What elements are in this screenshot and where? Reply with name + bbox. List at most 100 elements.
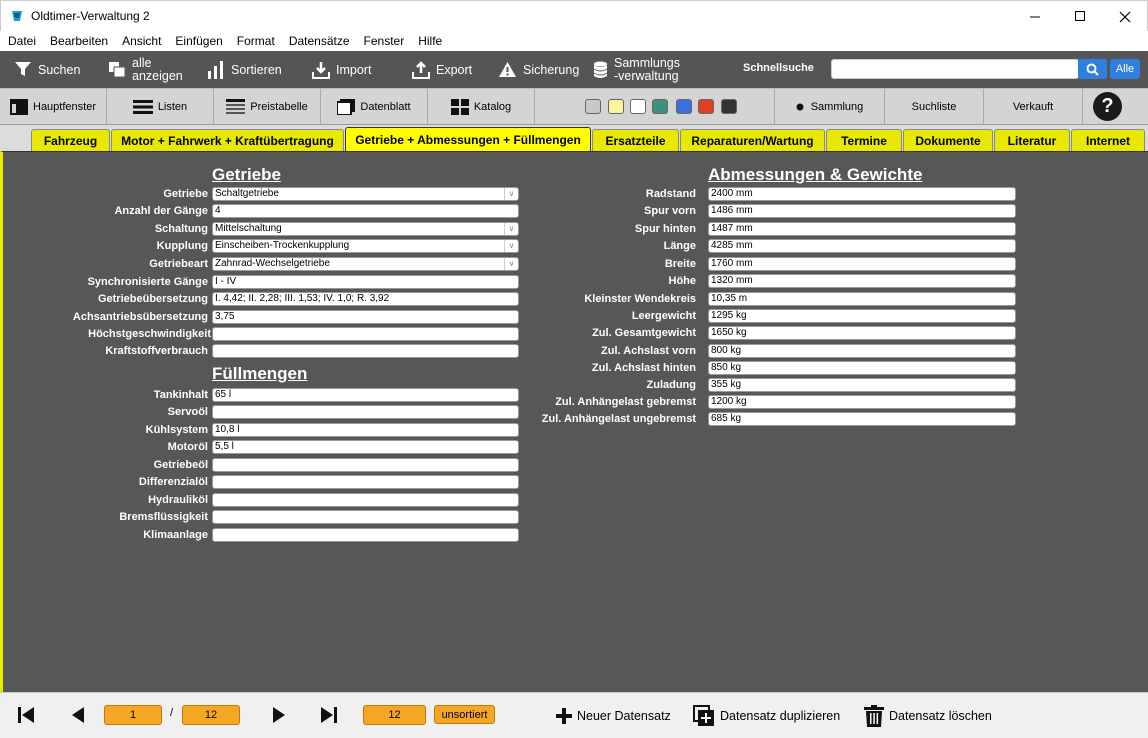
quicksearch-button[interactable]: [1078, 59, 1107, 79]
ratio-field[interactable]: I. 4,42; II. 2,28; III. 1,53; IV. 1,0; R…: [212, 292, 519, 306]
gears-count-field[interactable]: 4: [212, 204, 519, 218]
engine-oil-label: Motoröl: [167, 441, 208, 453]
length-field[interactable]: 4285 mm: [708, 239, 1016, 253]
data-sheet-button[interactable]: Datenblatt: [321, 89, 428, 124]
fuel-consumption-field[interactable]: [212, 344, 519, 358]
main-window-button[interactable]: Hauptfenster: [0, 89, 107, 124]
axle-load-rear-label: Zul. Achslast hinten: [591, 362, 696, 374]
chevron-down-icon[interactable]: ∨: [504, 240, 518, 252]
synchro-field[interactable]: I - IV: [212, 275, 519, 289]
tab-termine[interactable]: Termine: [826, 129, 902, 152]
search-button[interactable]: Suchen: [14, 51, 80, 88]
axle-load-front-field[interactable]: 800 kg: [708, 344, 1016, 358]
top-speed-field[interactable]: [212, 327, 519, 341]
quicksearch-input[interactable]: [831, 59, 1079, 79]
tab-fahrzeug[interactable]: Fahrzeug: [31, 129, 110, 152]
track-rear-field[interactable]: 1487 mm: [708, 222, 1016, 236]
minimize-button[interactable]: [1012, 1, 1058, 32]
axle-load-rear-field[interactable]: 850 kg: [708, 361, 1016, 375]
gearbox-type-value: Zahnrad-Wechselgetriebe: [215, 258, 330, 269]
collection-manager-button[interactable]: Sammlungs -verwaltung: [593, 51, 680, 88]
menu-datei[interactable]: Datei: [1, 31, 43, 51]
wheelbase-field[interactable]: 2400 mm: [708, 187, 1016, 201]
swatch-grey[interactable]: [585, 99, 601, 114]
height-field[interactable]: 1320 mm: [708, 274, 1016, 288]
first-record-icon[interactable]: [18, 707, 34, 723]
import-button[interactable]: Import: [312, 51, 371, 88]
search-all-button[interactable]: Alle: [1110, 59, 1140, 79]
tab-dokumente[interactable]: Dokumente: [903, 129, 993, 152]
menu-fenster[interactable]: Fenster: [357, 31, 412, 51]
gear-oil-field[interactable]: [212, 458, 519, 472]
hydraulic-oil-field[interactable]: [212, 493, 519, 507]
menu-hilfe[interactable]: Hilfe: [411, 31, 449, 51]
last-record-icon[interactable]: [321, 707, 337, 723]
trailer-unbraked-field[interactable]: 685 kg: [708, 412, 1016, 426]
swatch-white[interactable]: [630, 99, 646, 114]
show-all-button[interactable]: alle anzeigen: [108, 51, 183, 88]
help-button[interactable]: ?: [1093, 92, 1122, 121]
chevron-down-icon[interactable]: ∨: [504, 223, 518, 235]
menu-einfuegen[interactable]: Einfügen: [168, 31, 229, 51]
backup-button[interactable]: Sicherung: [498, 51, 579, 88]
new-record-button[interactable]: Neuer Datensatz: [556, 705, 671, 727]
payload-field[interactable]: 355 kg: [708, 378, 1016, 392]
cooling-field[interactable]: 10,8 l: [212, 423, 519, 437]
database-icon: [593, 61, 608, 79]
brake-fluid-field[interactable]: [212, 510, 519, 524]
collection-label: Sammlung: [810, 100, 864, 113]
tab-internet[interactable]: Internet: [1071, 129, 1145, 152]
chevron-down-icon[interactable]: ∨: [504, 258, 518, 270]
menu-datensaetze[interactable]: Datensätze: [282, 31, 357, 51]
gearbox-type-select[interactable]: Zahnrad-Wechselgetriebe ∨: [212, 257, 519, 271]
previous-record-icon[interactable]: [72, 707, 84, 723]
menu-format[interactable]: Format: [230, 31, 282, 51]
export-button[interactable]: Export: [412, 51, 472, 88]
swatch-blue[interactable]: [676, 99, 692, 114]
clutch-select[interactable]: Einscheiben-Trockenkupplung ∨: [212, 239, 519, 253]
track-front-field[interactable]: 1486 mm: [708, 204, 1016, 218]
diff-oil-field[interactable]: [212, 475, 519, 489]
delete-record-button[interactable]: Datensatz löschen: [864, 705, 992, 727]
tab-ersatzteile[interactable]: Ersatzteile: [592, 129, 679, 152]
show-all-label-1: alle: [132, 55, 152, 70]
swatch-red[interactable]: [698, 99, 714, 114]
swatch-black[interactable]: [721, 99, 737, 114]
search-list-button[interactable]: Suchliste: [885, 89, 984, 124]
empty-weight-field[interactable]: 1295 kg: [708, 309, 1016, 323]
next-record-icon[interactable]: [273, 707, 285, 723]
backup-label: Sicherung: [523, 62, 580, 77]
sort-state-badge[interactable]: unsortiert: [434, 705, 495, 724]
tank-field[interactable]: 65 l: [212, 388, 519, 402]
turning-circle-field[interactable]: 10,35 m: [708, 292, 1016, 306]
chevron-down-icon[interactable]: ∨: [504, 188, 518, 200]
current-record-field[interactable]: 1: [104, 705, 162, 725]
engine-oil-field[interactable]: 5,5 l: [212, 440, 519, 454]
maximize-button[interactable]: [1057, 1, 1103, 32]
close-button[interactable]: [1102, 1, 1148, 32]
collection-button[interactable]: Sammlung: [775, 89, 885, 124]
catalog-button[interactable]: Katalog: [428, 89, 535, 124]
menu-ansicht[interactable]: Ansicht: [115, 31, 168, 51]
lists-button[interactable]: Listen: [107, 89, 214, 124]
ac-field[interactable]: [212, 528, 519, 542]
sort-button[interactable]: Sortieren: [207, 51, 282, 88]
shift-select[interactable]: Mittelschaltung ∨: [212, 222, 519, 236]
tab-reparaturen[interactable]: Reparaturen/Wartung: [680, 129, 825, 152]
trailer-braked-field[interactable]: 1200 kg: [708, 395, 1016, 409]
width-field[interactable]: 1760 mm: [708, 257, 1016, 271]
axle-ratio-field[interactable]: 3,75: [212, 310, 519, 324]
duplicate-record-button[interactable]: Datensatz duplizieren: [693, 705, 840, 727]
swatch-yellow[interactable]: [608, 99, 624, 114]
gross-weight-field[interactable]: 1650 kg: [708, 326, 1016, 340]
sold-button[interactable]: Verkauft: [984, 89, 1083, 124]
price-table-button[interactable]: Preistabelle: [214, 89, 321, 124]
tab-motor-fahrwerk[interactable]: Motor + Fahrwerk + Kraftübertragung: [111, 129, 344, 152]
abmessungen-title: Abmessungen & Gewichte: [708, 165, 923, 184]
menu-bearbeiten[interactable]: Bearbeiten: [43, 31, 115, 51]
servo-oil-field[interactable]: [212, 405, 519, 419]
swatch-teal[interactable]: [652, 99, 668, 114]
tab-getriebe-abmessungen[interactable]: Getriebe + Abmessungen + Füllmengen: [345, 127, 591, 152]
tab-literatur[interactable]: Literatur: [994, 129, 1070, 152]
getriebe-select[interactable]: Schaltgetriebe ∨: [212, 187, 519, 201]
